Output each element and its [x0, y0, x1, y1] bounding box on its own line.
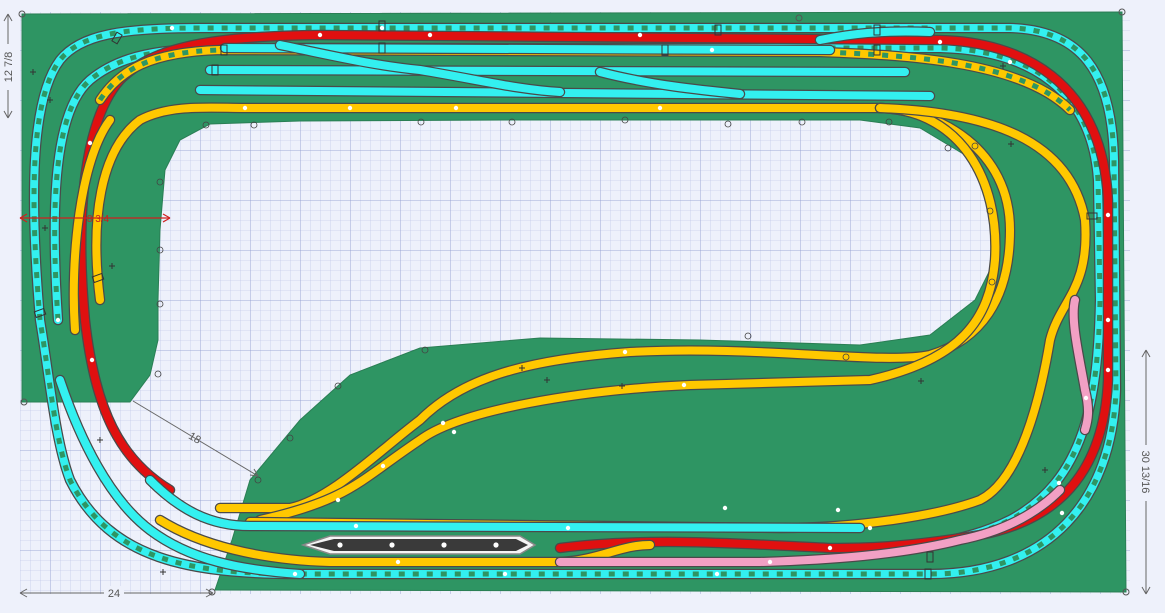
dimension-top-left-height: 12 7/8: [1, 13, 15, 119]
track-joint-marker: [317, 32, 323, 38]
track-joint-marker: [767, 559, 773, 565]
track-joint-marker: [681, 382, 687, 388]
track-joint-marker: [657, 105, 663, 111]
track-joint-marker: [714, 571, 720, 577]
track-joint-marker: [1056, 480, 1062, 486]
track-joint-marker: [1059, 510, 1065, 516]
track-plan-canvas: 12 7/8 8 3/4 18 30 13/16 24: [0, 0, 1165, 613]
layout-plan: 12 7/8 8 3/4 18 30 13/16 24: [1, 8, 1153, 600]
track-joint-marker: [502, 571, 508, 577]
track-joint-marker: [1105, 212, 1111, 218]
track-joint-marker: [451, 429, 457, 435]
track-joint-marker: [827, 545, 833, 551]
track-joint-marker: [353, 523, 359, 529]
station-platform: [300, 535, 537, 555]
track-joint-marker: [55, 317, 61, 323]
track-joint-marker: [335, 497, 341, 503]
track-joint-marker: [622, 349, 628, 355]
track-joint-marker: [722, 505, 728, 511]
track-joint-marker: [395, 559, 401, 565]
track-joint-marker: [427, 32, 433, 38]
track-joint-marker: [565, 525, 571, 531]
track-joint-marker: [380, 463, 386, 469]
track-joint-marker: [169, 25, 175, 31]
track-joint-marker: [1007, 59, 1013, 65]
dimension-label: 12 7/8: [3, 52, 15, 83]
track-joint-marker: [835, 507, 841, 513]
track-joint-marker: [867, 525, 873, 531]
track-joint-marker: [89, 357, 95, 363]
dimension-right-height: 30 13/16: [1139, 349, 1153, 595]
track-joint-marker: [292, 571, 298, 577]
track-joint-marker: [637, 32, 643, 38]
yard-track-2: [204, 64, 911, 78]
dimension-label: 24: [108, 588, 120, 600]
track-joint-marker: [709, 47, 715, 53]
track-joint-marker: [87, 140, 93, 146]
track-joint-marker: [453, 105, 459, 111]
track-joint-marker: [1105, 317, 1111, 323]
track-joint-marker: [440, 420, 446, 426]
track-joint-marker: [1105, 367, 1111, 373]
track-joint-marker: [347, 105, 353, 111]
track-joint-marker: [1083, 395, 1089, 401]
dimension-label: 8 3/4: [87, 214, 110, 225]
track-joint-marker: [937, 39, 943, 45]
dimension-label: 30 13/16: [1139, 451, 1151, 494]
track-joint-marker: [242, 105, 248, 111]
track-joint-marker: [379, 25, 385, 31]
